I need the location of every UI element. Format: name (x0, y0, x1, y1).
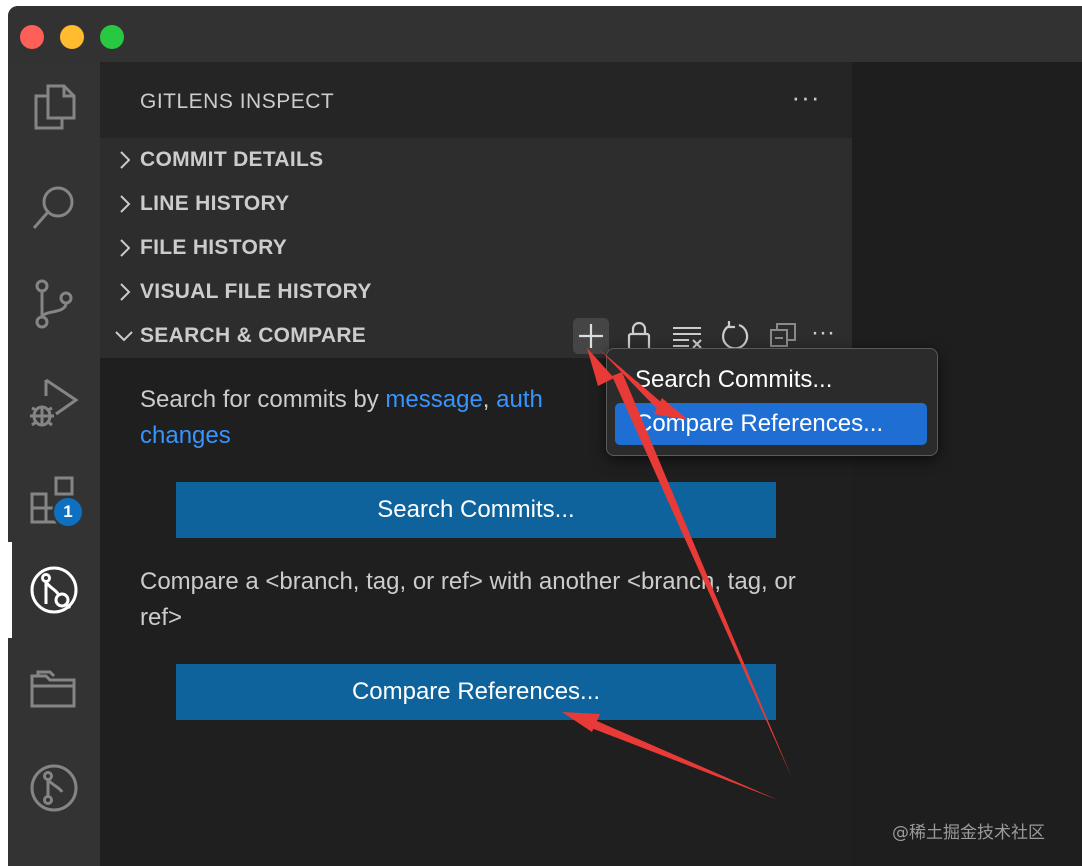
section-visual-file-history[interactable]: VISUAL FILE HISTORY (100, 270, 852, 314)
chevron-right-icon (112, 148, 136, 172)
run-debug-icon[interactable] (26, 372, 82, 428)
watermark: @稀土掘金技术社区 (892, 823, 1045, 843)
plus-icon[interactable] (573, 318, 609, 354)
gitlens-icon[interactable] (26, 760, 82, 816)
search-icon[interactable] (26, 178, 82, 234)
changes-link[interactable]: changes (140, 422, 231, 449)
search-commits-button[interactable]: Search Commits... (176, 482, 776, 538)
section-file-history[interactable]: FILE HISTORY (100, 226, 852, 270)
minimize-window-button[interactable] (60, 25, 84, 49)
sidebar: GITLENS INSPECT ··· COMMIT DETAILS LINE … (100, 62, 852, 866)
extensions-badge: 1 (52, 496, 84, 528)
message-link[interactable]: message (385, 386, 482, 413)
editor-area (852, 62, 1082, 866)
sidebar-more-actions-button[interactable]: ··· (788, 82, 824, 113)
activity-item-gitlens-inspect[interactable] (8, 542, 100, 638)
search-text: Search for commits by (140, 386, 386, 413)
active-indicator (8, 542, 12, 638)
section-label: FILE HISTORY (140, 236, 288, 259)
section-label: COMMIT DETAILS (140, 148, 324, 171)
compare-references-button[interactable]: Compare References... (176, 664, 776, 720)
plus-dropdown-menu: Search Commits... Compare References... (606, 348, 938, 456)
section-label: SEARCH & COMPARE (140, 324, 367, 347)
menu-item-compare-references[interactable]: Compare References... (615, 403, 927, 445)
title-bar (8, 6, 1082, 62)
chevron-right-icon (112, 280, 136, 304)
author-link[interactable]: auth (496, 386, 543, 413)
close-window-button[interactable] (20, 25, 44, 49)
comma-text: , (482, 386, 497, 413)
section-label: LINE HISTORY (140, 192, 290, 215)
section-commit-details[interactable]: COMMIT DETAILS (100, 138, 852, 182)
zoom-window-button[interactable] (100, 25, 124, 49)
chevron-down-icon (112, 324, 136, 348)
compare-description: Compare a <branch, tag, or ref> with ano… (140, 568, 796, 631)
chevron-right-icon (112, 236, 136, 260)
folders-icon[interactable] (26, 662, 82, 718)
sidebar-title: GITLENS INSPECT (140, 90, 335, 113)
files-icon[interactable] (26, 78, 82, 134)
gitlens-inspect-icon (26, 562, 82, 618)
chevron-right-icon (112, 192, 136, 216)
section-line-history[interactable]: LINE HISTORY (100, 182, 852, 226)
source-control-icon[interactable] (26, 276, 82, 332)
section-label: VISUAL FILE HISTORY (140, 280, 372, 303)
menu-item-search-commits[interactable]: Search Commits... (615, 359, 927, 401)
activity-bar: 1 (8, 62, 100, 866)
